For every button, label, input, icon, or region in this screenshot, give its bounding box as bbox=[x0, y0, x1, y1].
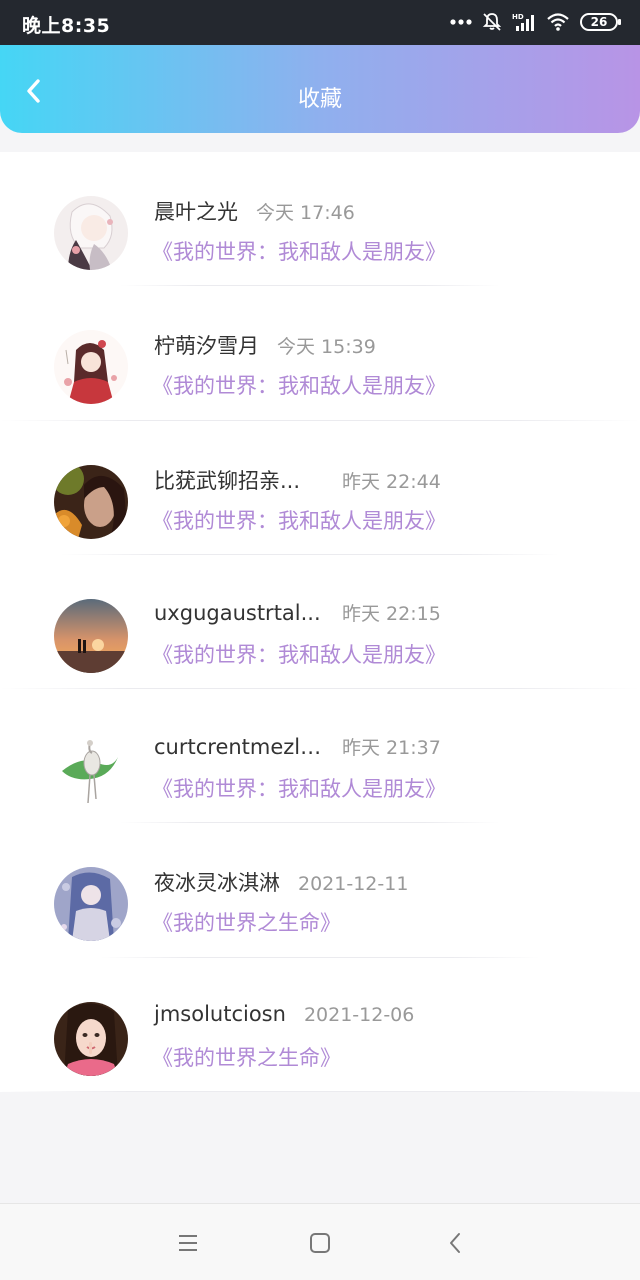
item-meta: 夜冰灵冰淇淋 2021-12-11 bbox=[154, 867, 408, 899]
list-item[interactable]: uxgugaustrtal... 昨天 22:15 《我的世界：我和敌人是朋友》 bbox=[0, 555, 640, 690]
timestamp: 2021-12-06 bbox=[303, 1003, 415, 1026]
book-title[interactable]: 《我的世界之生命》 bbox=[152, 1042, 341, 1072]
username: jmsolutciosn bbox=[154, 1001, 286, 1026]
mute-bell-icon bbox=[482, 12, 502, 32]
username: 晨叶之光 bbox=[154, 200, 238, 224]
timestamp: 昨天 22:15 bbox=[342, 602, 441, 625]
item-meta: jmsolutciosn 2021-12-06 bbox=[154, 1002, 414, 1034]
list-item[interactable]: jmsolutciosn 2021-12-06 《我的世界之生命》 bbox=[0, 958, 640, 1093]
list-item[interactable]: 比莸武铆招亲... 昨天 22:44 《我的世界：我和敌人是朋友》 bbox=[0, 421, 640, 555]
avatar bbox=[54, 464, 128, 539]
timestamp: 今天 17:46 bbox=[256, 202, 355, 224]
item-meta: 晨叶之光 今天 17:46 bbox=[154, 196, 355, 228]
book-title[interactable]: 《我的世界之生命》 bbox=[152, 907, 341, 937]
item-meta: 柠萌汐雪月 今天 15:39 bbox=[154, 330, 376, 362]
username: 比莸武铆招亲... bbox=[154, 468, 301, 493]
battery-icon: 26 bbox=[580, 13, 621, 31]
home-button[interactable] bbox=[305, 1228, 335, 1258]
username: 柠萌汐雪月 bbox=[154, 334, 259, 359]
username: uxgugaustrtal... bbox=[154, 600, 321, 625]
status-icons: HD 26 bbox=[450, 10, 621, 34]
avatar bbox=[54, 1001, 128, 1076]
avatar bbox=[54, 733, 128, 808]
home-square-icon bbox=[310, 1233, 330, 1253]
list-item[interactable]: 柠萌汐雪月 今天 15:39 《我的世界：我和敌人是朋友》 bbox=[0, 286, 640, 421]
system-nav-bar bbox=[0, 1203, 640, 1280]
more-dots-icon bbox=[450, 19, 472, 25]
signal-hd-icon: HD bbox=[512, 12, 536, 32]
system-back-button[interactable] bbox=[440, 1228, 470, 1258]
menu-button[interactable] bbox=[173, 1228, 203, 1258]
divider bbox=[0, 1091, 640, 1093]
list-item[interactable]: 晨叶之光 今天 17:46 《我的世界：我和敌人是朋友》 bbox=[0, 152, 640, 287]
book-title[interactable]: 《我的世界：我和敌人是朋友》 bbox=[152, 639, 446, 669]
avatar bbox=[54, 196, 128, 270]
status-time: 晚上8:35 bbox=[22, 15, 111, 37]
back-arrow-icon bbox=[450, 1233, 460, 1253]
timestamp: 今天 15:39 bbox=[277, 336, 376, 359]
timestamp: 昨天 21:37 bbox=[342, 737, 441, 760]
book-title[interactable]: 《我的世界：我和敌人是朋友》 bbox=[152, 505, 446, 535]
book-title[interactable]: 《我的世界：我和敌人是朋友》 bbox=[152, 773, 446, 803]
favorites-list: 晨叶之光 今天 17:46 《我的世界：我和敌人是朋友》 柠萌汐雪月 今天 15… bbox=[0, 152, 640, 1093]
menu-icon bbox=[179, 1235, 197, 1251]
timestamp: 2021-12-11 bbox=[298, 873, 409, 896]
item-meta: uxgugaustrtal... 昨天 22:15 bbox=[154, 599, 441, 631]
book-title[interactable]: 《我的世界：我和敌人是朋友》 bbox=[152, 370, 446, 400]
header: 收藏 bbox=[0, 45, 640, 133]
timestamp: 昨天 22:44 bbox=[342, 470, 441, 493]
item-meta: curtcrentmezlli... 昨天 21:37 bbox=[154, 733, 441, 765]
svg-text:HD: HD bbox=[512, 13, 524, 21]
avatar bbox=[54, 330, 128, 405]
avatar bbox=[54, 867, 128, 942]
username: 夜冰灵冰淇淋 bbox=[154, 871, 280, 896]
item-meta: 比莸武铆招亲... 昨天 22:44 bbox=[154, 465, 441, 497]
list-item[interactable]: 夜冰灵冰淇淋 2021-12-11 《我的世界之生命》 bbox=[0, 823, 640, 958]
avatar bbox=[54, 598, 128, 673]
page-title: 收藏 bbox=[297, 87, 342, 112]
list-item[interactable]: curtcrentmezlli... 昨天 21:37 《我的世界：我和敌人是朋… bbox=[0, 689, 640, 824]
wifi-icon bbox=[546, 12, 570, 32]
book-title[interactable]: 《我的世界：我和敌人是朋友》 bbox=[152, 236, 446, 266]
username: curtcrentmezlli... bbox=[154, 735, 324, 760]
status-bar: 晚上8:35 HD 26 bbox=[0, 0, 640, 45]
